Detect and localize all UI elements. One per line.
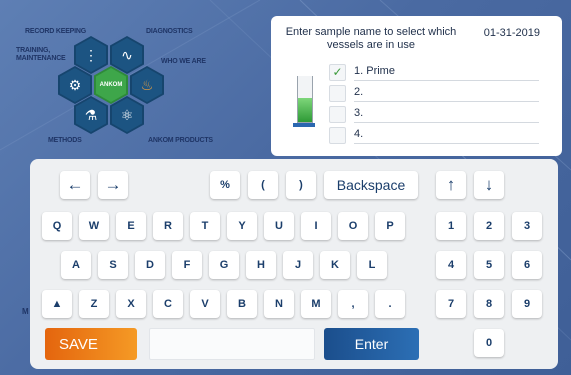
key-n[interactable]: N [264,290,294,318]
vessel-checkbox-1[interactable]: ✓ [329,64,346,81]
menu-record-keeping[interactable]: RECORD KEEPING [25,28,86,36]
key-h[interactable]: H [246,251,276,279]
vessel-checkbox-3[interactable] [329,106,346,123]
panel-instruction: Enter sample name to select which vessel… [285,26,457,51]
save-button[interactable]: SAVE [45,328,137,360]
key-i[interactable]: I [301,212,331,240]
key-left-arrow[interactable]: ← [60,171,90,199]
menu-dots-icon: ⋮ [76,38,106,72]
key-w[interactable]: W [79,212,109,240]
vessel-underline [354,143,539,144]
vessel-label-4[interactable]: 4. [354,128,363,140]
key-t[interactable]: T [190,212,220,240]
on-screen-keyboard: ← → % ( ) Backspace ↑ ↓ Q W E R T Y U I … [30,159,558,369]
key-y[interactable]: Y [227,212,257,240]
key-p[interactable]: P [375,212,405,240]
vessel-tube-icon [297,76,313,123]
key-f[interactable]: F [172,251,202,279]
key-g[interactable]: G [209,251,239,279]
gear-icon: ⚙ [60,68,90,102]
ankom-logo: ANKOM [96,68,126,102]
key-d[interactable]: D [135,251,165,279]
key-up-arrow[interactable]: ↑ [436,171,466,199]
key-comma[interactable]: , [338,290,368,318]
key-3[interactable]: 3 [512,212,542,240]
vessel-label-3[interactable]: 3. [354,107,363,119]
key-x[interactable]: X [116,290,146,318]
key-4[interactable]: 4 [436,251,466,279]
vessel-underline [354,122,539,123]
key-c[interactable]: C [153,290,183,318]
vessel-checkbox-4[interactable] [329,127,346,144]
key-e[interactable]: E [116,212,146,240]
tube-fill [298,98,312,122]
key-s[interactable]: S [98,251,128,279]
key-down-arrow[interactable]: ↓ [474,171,504,199]
key-z[interactable]: Z [79,290,109,318]
key-o[interactable]: O [338,212,368,240]
key-period[interactable]: . [375,290,405,318]
hex-menu: ⋮ ∿ ⚙ ANKOM ♨ ⚗ ⚛ [58,36,188,146]
key-right-arrow[interactable]: → [98,171,128,199]
key-8[interactable]: 8 [474,290,504,318]
key-backspace[interactable]: Backspace [324,171,418,199]
vessel-label-1[interactable]: 1. Prime [354,65,395,77]
key-0[interactable]: 0 [474,329,504,357]
enter-button[interactable]: Enter [324,328,419,360]
vessel-row-2[interactable]: 2. [329,85,539,102]
key-q[interactable]: Q [42,212,72,240]
vessel-checkbox-2[interactable] [329,85,346,102]
sample-name-input[interactable] [149,328,315,360]
vessel-row-1[interactable]: ✓ 1. Prime [329,64,539,81]
key-k[interactable]: K [320,251,350,279]
key-r[interactable]: R [153,212,183,240]
menu-diagnostics[interactable]: DIAGNOSTICS [146,28,193,36]
key-l[interactable]: L [357,251,387,279]
vessel-label-2[interactable]: 2. [354,86,363,98]
key-6[interactable]: 6 [512,251,542,279]
key-m[interactable]: M [301,290,331,318]
tube-base [293,123,315,127]
key-7[interactable]: 7 [436,290,466,318]
key-open-paren[interactable]: ( [248,171,278,199]
panel-date: 01-31-2019 [483,27,540,39]
key-2[interactable]: 2 [474,212,504,240]
key-a[interactable]: A [61,251,91,279]
key-j[interactable]: J [283,251,313,279]
who-we-are-hex[interactable]: ♨ [130,66,164,104]
vessel-panel: Enter sample name to select which vessel… [271,16,562,156]
key-b[interactable]: B [227,290,257,318]
pulse-icon: ∿ [112,38,142,72]
vessel-underline [354,80,539,81]
key-u[interactable]: U [264,212,294,240]
vessel-underline [354,101,539,102]
key-5[interactable]: 5 [474,251,504,279]
flask-icon: ⚗ [76,98,106,132]
atom-icon: ⚛ [112,98,142,132]
partial-menu-label: M [22,307,29,316]
key-1[interactable]: 1 [436,212,466,240]
key-percent[interactable]: % [210,171,240,199]
vessel-row-3[interactable]: 3. [329,106,539,123]
vessel-row-4[interactable]: 4. [329,127,539,144]
key-shift[interactable]: ▲ [42,290,72,318]
key-9[interactable]: 9 [512,290,542,318]
key-v[interactable]: V [190,290,220,318]
flame-icon: ♨ [132,68,162,102]
key-close-paren[interactable]: ) [286,171,316,199]
